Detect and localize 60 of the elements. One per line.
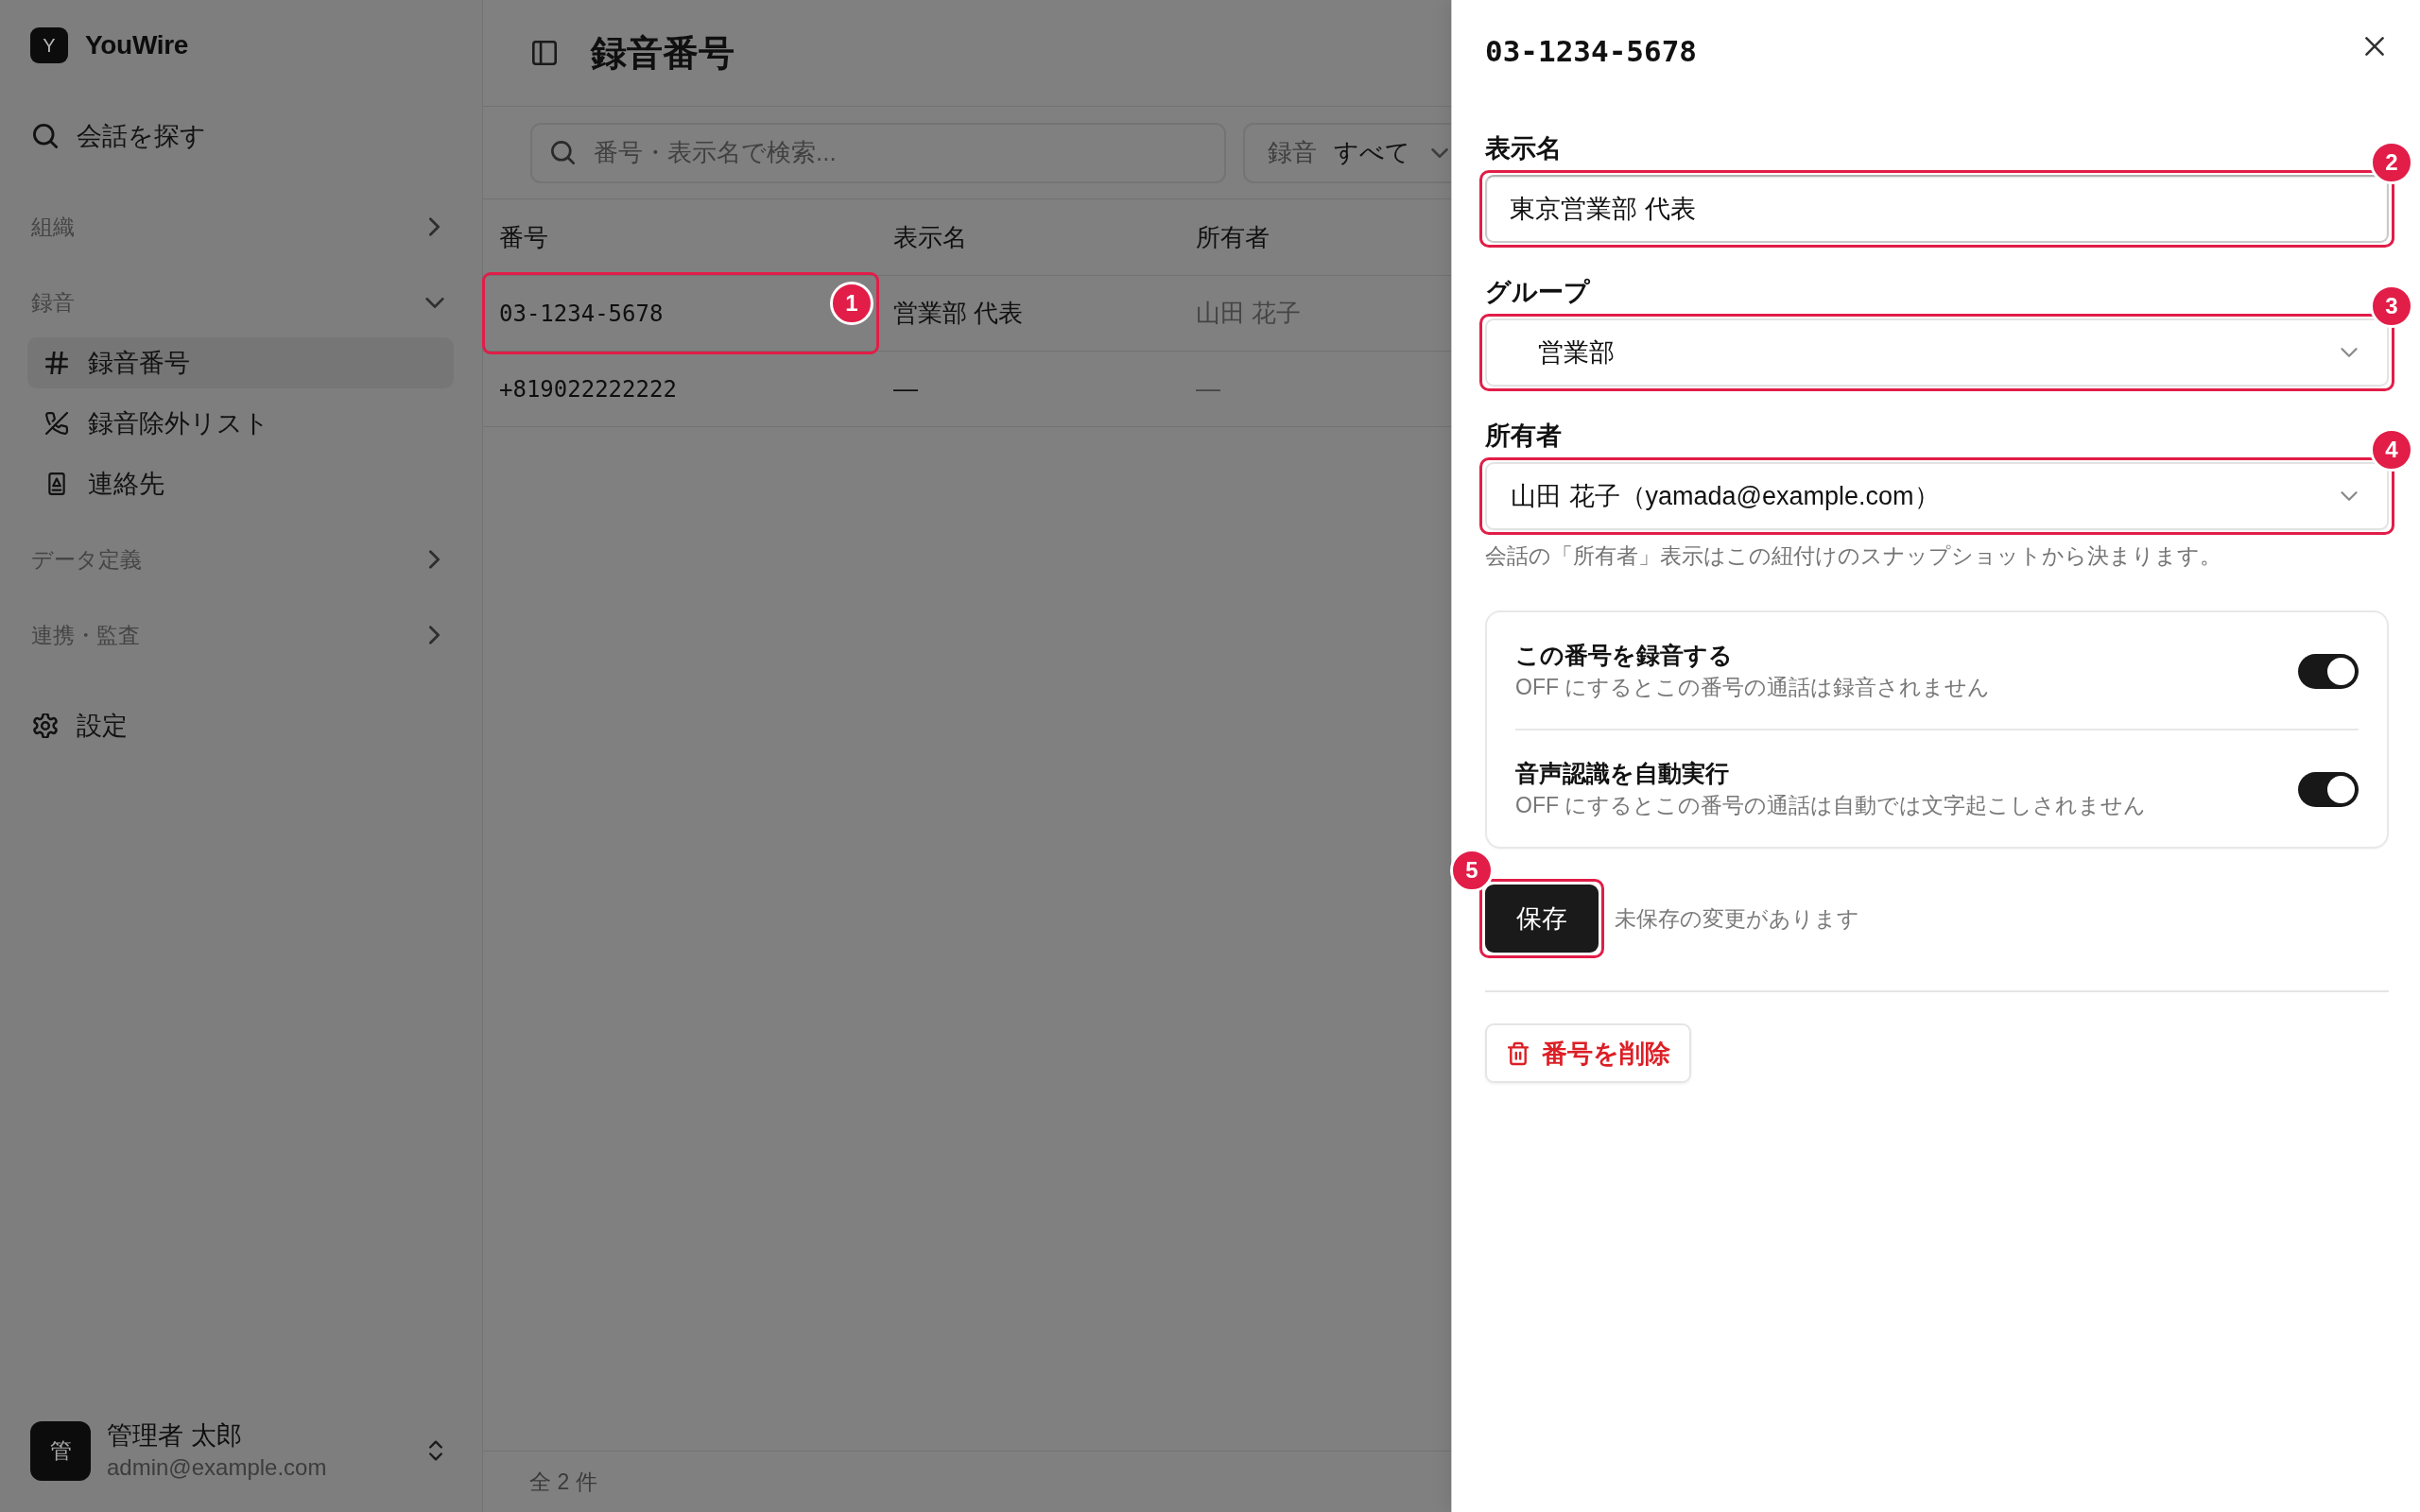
nav-item[interactable]: 録音番号 <box>27 337 454 388</box>
save-button[interactable]: 保存 <box>1485 885 1599 953</box>
table-cell-text: 営業部 代表 <box>893 298 1024 329</box>
nav-section-header[interactable]: 組織 <box>30 201 444 252</box>
phone-slash-icon <box>45 412 68 435</box>
field-label: 所有者 <box>1485 421 1562 452</box>
app-name: YouWire <box>85 30 189 60</box>
chevron-down-icon <box>1431 147 1448 158</box>
dropdown[interactable]: 山田 花子（yamada@example.com） <box>1485 462 2389 530</box>
trash-icon <box>1508 1040 1529 1066</box>
search-conversations-link[interactable]: 会話を探す <box>30 111 444 162</box>
table-cell: 03-1234-5678 <box>499 300 664 327</box>
toggle-description: OFF にするとこの番号の通話は自動では文字起こしされません <box>1515 792 2147 819</box>
settings-link[interactable]: 設定 <box>30 700 444 751</box>
panel-title: 03-1234-5678 <box>1485 34 1697 68</box>
callout-number: 1 <box>830 282 873 325</box>
nav-item[interactable]: 録音除外リスト <box>27 398 454 449</box>
toggle-switch[interactable] <box>2298 653 2359 689</box>
toggle-title: 音声認識を自動実行 <box>1515 759 1729 788</box>
row-count: 全 2 件 <box>529 1468 597 1496</box>
field-label: グループ <box>1485 277 1590 308</box>
app-logo: Y <box>30 27 68 63</box>
user-avatar: 管 <box>30 1420 91 1481</box>
hash-icon <box>45 352 68 374</box>
text-field[interactable]: 東京営業部 代表 <box>1485 175 2389 243</box>
chevron-up-down-icon[interactable] <box>429 1440 442 1461</box>
contact-card-icon <box>45 472 68 495</box>
chevron-down-icon <box>2341 491 2358 501</box>
nav-item[interactable]: 連絡先 <box>27 458 454 509</box>
unsaved-changes-note: 未保存の変更があります <box>1615 904 1859 933</box>
user-email: admin@example.com <box>107 1454 327 1481</box>
callout-number: 5 <box>1450 849 1494 892</box>
page-title: 録音番号 <box>591 31 735 75</box>
search-icon <box>33 124 58 148</box>
search-icon <box>551 140 575 164</box>
callout-number: 3 <box>2370 284 2413 328</box>
nav-section-header[interactable]: 連携・監査 <box>30 610 444 661</box>
column-header: 番号 <box>499 221 548 253</box>
settings-icon <box>33 713 58 738</box>
table-cell: — <box>893 374 918 404</box>
table-cell-text: 山田 花子 <box>1196 298 1302 329</box>
toggle-title: この番号を録音する <box>1515 641 1733 670</box>
field-hint: 会話の「所有者」表示はこの紐付けのスナップショットから決まります。 <box>1485 542 2221 570</box>
callout-number: 2 <box>2370 141 2413 184</box>
nav-section-header[interactable]: 録音 <box>30 277 444 328</box>
chevron-down-icon <box>2341 348 2358 357</box>
table-cell: — <box>1196 374 1220 404</box>
search-field[interactable]: 番号・表示名で検索... <box>530 122 1226 183</box>
user-name: 管理者 太郎 <box>107 1420 242 1451</box>
sidebar-icon[interactable] <box>532 41 557 65</box>
nav-section-header[interactable]: データ定義 <box>30 534 444 585</box>
toggle-switch[interactable] <box>2298 771 2359 807</box>
dropdown[interactable]: 営業部 <box>1485 318 2389 387</box>
toggle-description: OFF にするとこの番号の通話は録音されません <box>1515 674 1991 701</box>
callout-number: 4 <box>2370 428 2413 472</box>
table-cell: +819022222222 <box>499 375 677 403</box>
column-header: 表示名 <box>893 221 967 253</box>
close-icon[interactable] <box>2365 37 2384 56</box>
delete-button[interactable]: 番号を削除 <box>1485 1023 1691 1083</box>
column-header: 所有者 <box>1196 221 1270 253</box>
